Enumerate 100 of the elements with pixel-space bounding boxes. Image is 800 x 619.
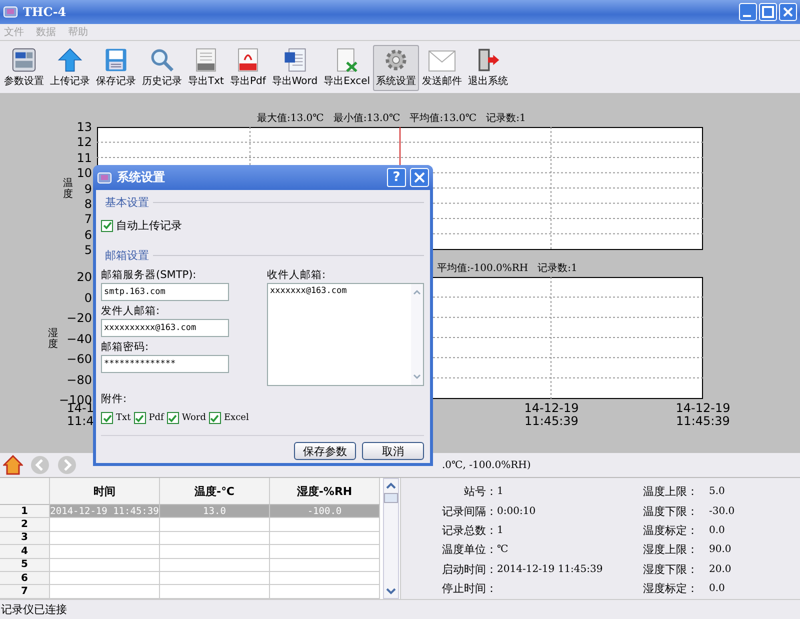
toolbar-button[interactable]: 发送邮件	[419, 45, 466, 91]
field-label: 邮箱服务器(SMTP):	[101, 268, 198, 283]
field-label: 附件:	[101, 392, 128, 407]
table-cell: 2014-12-19 11:45:39	[50, 505, 160, 518]
checkbox-label: Excel	[224, 413, 249, 423]
axis-label: 7	[84, 213, 92, 226]
axis-label: 20	[76, 271, 92, 283]
group-title: 基本设置	[104, 194, 149, 210]
checkbox[interactable]	[101, 220, 113, 232]
column-header: 时间	[50, 478, 160, 505]
checkbox[interactable]	[134, 412, 146, 424]
scroll-thumb[interactable]	[384, 493, 398, 503]
info-value: 20.0	[709, 564, 732, 575]
window-title: THC-4	[23, 5, 66, 19]
minimize-button[interactable]	[739, 3, 757, 21]
toolbar-button[interactable]: 退出系统	[465, 45, 512, 91]
table-cell: 13.0	[160, 505, 270, 518]
axis-label: −40	[66, 332, 92, 344]
info-value: 90.0	[709, 544, 732, 556]
info-label: 温度上限：	[643, 484, 699, 500]
dialog-button[interactable]: 取消	[362, 442, 424, 460]
scroll-down-icon[interactable]	[412, 372, 422, 382]
checkbox-label: Word	[182, 413, 206, 423]
axis-label: 13	[76, 121, 92, 133]
info-value: 1	[497, 486, 504, 498]
reading-text: .0℃, -100.0%RH)	[442, 460, 531, 470]
text-file-icon	[194, 48, 218, 72]
scroll-up-icon[interactable]	[412, 287, 422, 297]
table-cell: -100.0	[270, 505, 380, 518]
row-header: 3	[0, 532, 50, 546]
axis-label: 9	[84, 182, 92, 194]
home-icon[interactable]	[3, 455, 23, 475]
toolbar-button[interactable]: 导出Txt	[185, 45, 227, 91]
axis-label: 11	[76, 152, 92, 164]
pdf-file-icon	[236, 48, 260, 72]
row-header: 5	[0, 558, 50, 572]
info-value: 0:00:10	[497, 506, 536, 517]
checkbox-label: Pdf	[148, 413, 164, 423]
axis-label: −60	[66, 353, 92, 365]
row-header: 4	[0, 545, 50, 559]
info-label: 湿度标定：	[643, 581, 699, 596]
close-button[interactable]	[410, 168, 429, 187]
panel-icon	[10, 48, 38, 72]
toolbar-button[interactable]: 导出Excel	[320, 45, 374, 91]
app-icon	[3, 5, 19, 19]
toolbar-button[interactable]: 保存记录	[93, 45, 139, 91]
info-label: 站号：	[463, 484, 497, 500]
dialog-title: 系统设置	[117, 169, 166, 186]
info-value: 1	[497, 524, 504, 536]
word-file-icon	[282, 48, 308, 72]
axis-label: 8	[84, 198, 92, 210]
column-header: 湿度-%RH	[270, 478, 380, 505]
checkbox-label: Txt	[116, 413, 131, 423]
row-header: 7	[0, 585, 50, 599]
info-label: 记录间隔：	[441, 504, 497, 519]
info-value: ℃	[497, 544, 508, 556]
info-label: 记录总数：	[441, 522, 497, 538]
toolbar-button[interactable]: 参数设置	[1, 45, 47, 91]
field-label: 收件人邮箱:	[267, 268, 327, 283]
row-header: 6	[0, 572, 50, 586]
input-field[interactable]: xxxxxxxxxx@163.com	[101, 319, 229, 337]
column-header: 温度-℃	[160, 478, 270, 505]
close-button[interactable]	[779, 3, 797, 21]
toolbar-button[interactable]: 系统设置	[373, 45, 420, 91]
axis-label: 5	[84, 244, 92, 256]
envelope-icon	[428, 50, 456, 72]
toolbar-button[interactable]: 上传记录	[47, 45, 93, 91]
checkbox[interactable]	[208, 412, 221, 424]
info-value: 2014-12-19 11:45:39	[497, 564, 603, 575]
row-header: 1	[0, 505, 50, 518]
info-value: -30.0	[709, 506, 735, 517]
password-field[interactable]: **************	[101, 355, 229, 373]
checkbox[interactable]	[101, 412, 113, 424]
info-label: 温度单位：	[441, 542, 497, 558]
maximize-button[interactable]	[759, 3, 777, 21]
info-value: 0.0	[709, 524, 725, 536]
chart-summary: 最大值:13.0℃ 最小值:13.0℃ 平均值:13.0℃ 记录数:1	[257, 112, 527, 126]
axis-label: 12	[76, 136, 92, 148]
field-label: 邮箱密码:	[101, 340, 150, 355]
toolbar-button[interactable]: 历史记录	[139, 45, 185, 91]
axis-title: 湿度	[48, 328, 58, 350]
help-button[interactable]: ?	[387, 168, 406, 187]
text-area[interactable]: xxxxxxx@163.com	[267, 283, 424, 386]
status-text: 记录仪已连接	[1, 602, 67, 617]
info-value: 0.0	[709, 583, 725, 594]
input-field[interactable]: smtp.163.com	[101, 283, 229, 301]
dialog-button[interactable]: 保存参数	[294, 442, 356, 460]
group-title: 邮箱设置	[104, 248, 149, 262]
info-label: 温度下限：	[643, 504, 699, 519]
toolbar-button[interactable]: 导出Pdf	[226, 45, 269, 91]
app-icon	[97, 170, 113, 184]
axis-label: 14-12-19 11:45:39	[524, 402, 579, 428]
scrollbar[interactable]	[383, 478, 399, 599]
toolbar-button[interactable]: 导出Word	[268, 45, 321, 91]
checkbox[interactable]	[166, 412, 179, 424]
info-label: 湿度下限：	[643, 562, 699, 577]
axis-label: 14-12-19 11:45:39	[676, 402, 730, 428]
chart-summary: 平均值:-100.0%RH 记录数:1	[437, 262, 578, 276]
checkbox-label: 自动上传记录	[116, 218, 182, 233]
row-header: 2	[0, 518, 50, 532]
